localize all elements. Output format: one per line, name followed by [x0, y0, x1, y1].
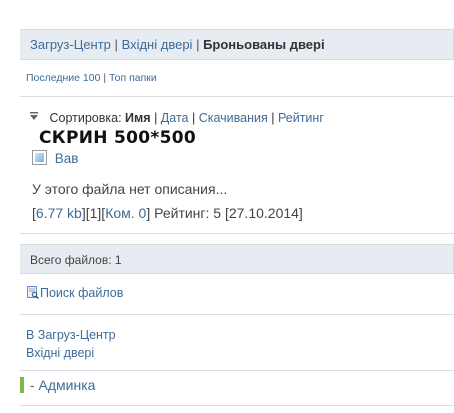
breadcrumb-item-upload-center[interactable]: Загруз-Центр: [30, 37, 111, 52]
back-to-entrance-doors-link[interactable]: Вхідні двері: [26, 346, 94, 360]
file-comments-link[interactable]: Ком. 0: [105, 205, 146, 221]
file-name-link[interactable]: Вав: [55, 151, 79, 166]
screenshot-caption: СКРИН 500*500: [39, 128, 196, 148]
admin-link[interactable]: - Админка: [30, 377, 95, 393]
file-search-icon[interactable]: [27, 286, 39, 299]
file-meta: [6.77 kb][1][Ком. 0] Рейтинг: 5 [27.10.2…: [32, 205, 303, 221]
sort-separator: |: [154, 111, 158, 125]
total-files-text: Всего файлов: 1: [30, 253, 122, 267]
breadcrumb-item-entrance-doors[interactable]: Вхідні двері: [122, 37, 193, 52]
sort-option-rating[interactable]: Рейтинг: [278, 111, 324, 125]
file-date: [27.10.2014]: [224, 205, 303, 221]
back-to-upload-center-link[interactable]: В Загруз-Центр: [26, 328, 116, 342]
divider: [20, 370, 454, 371]
search-row: Поиск файлов: [20, 286, 454, 300]
divider: [20, 314, 454, 315]
last-100-link[interactable]: Последние 100: [26, 72, 100, 84]
search-files-link[interactable]: Поиск файлов: [40, 286, 123, 300]
back-links: В Загруз-Центр Вхідні двері: [20, 326, 454, 362]
nav-separator: |: [103, 72, 107, 84]
sort-option-downloads[interactable]: Скачивания: [199, 111, 268, 125]
sort-option-date[interactable]: Дата: [161, 111, 189, 125]
sort-separator: |: [271, 111, 275, 125]
divider: [20, 96, 454, 97]
file-size-link[interactable]: 6.77 kb: [36, 205, 82, 221]
top-folders-link[interactable]: Топ папки: [109, 72, 157, 84]
breadcrumb-separator: |: [114, 37, 118, 52]
divider: [20, 233, 454, 234]
breadcrumb-separator: |: [196, 37, 200, 52]
file-rating: Рейтинг: 5: [154, 205, 222, 221]
file-entry: Вав: [20, 150, 454, 166]
file-thumbnail-icon[interactable]: [32, 150, 47, 165]
admin-row: - Админка: [20, 377, 454, 397]
file-description: У этого файла нет описания...: [32, 181, 228, 197]
total-files-bar: Всего файлов: 1: [20, 244, 454, 274]
breadcrumb: Загруз-Центр | Вхідні двері | Броньованы…: [20, 29, 454, 60]
file-count: [1]: [85, 205, 102, 221]
sort-label: Сортировка:: [49, 111, 122, 125]
sort-option-name: Имя: [125, 111, 151, 125]
top-nav: Последние 100 | Топ папки: [20, 72, 454, 84]
sort-icon: [30, 110, 38, 120]
breadcrumb-current: Броньованы двері: [203, 37, 325, 52]
sort-separator: |: [191, 111, 196, 125]
divider: [20, 405, 454, 406]
sort-row: Сортировка: Имя | Дата | Скачивания | Ре…: [20, 110, 454, 125]
accent-bar: [20, 377, 24, 393]
